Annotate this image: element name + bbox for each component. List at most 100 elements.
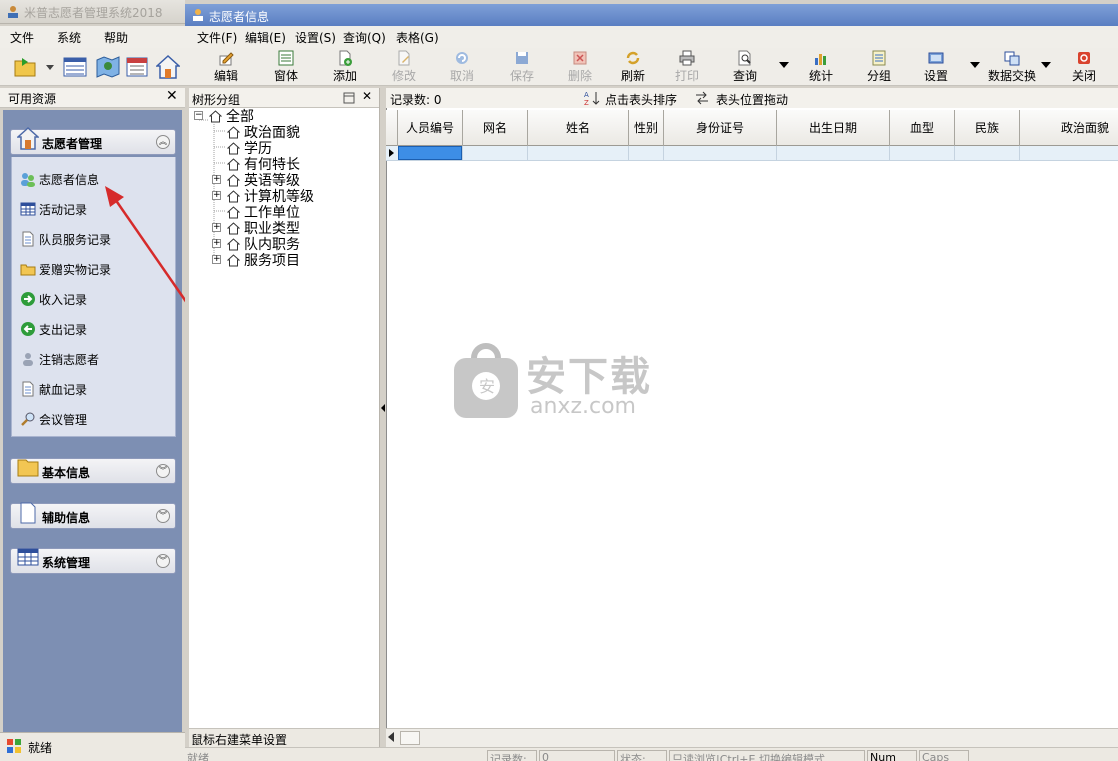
column-header[interactable]: 血型 (890, 110, 955, 146)
add-button[interactable]: 添加 (320, 50, 370, 84)
expand-toggle-icon[interactable]: + (212, 175, 221, 184)
refresh-button[interactable]: 刷新 (608, 50, 658, 84)
menu-file[interactable]: 文件(F) (197, 29, 237, 46)
record-count: 记录数: 0 (390, 93, 442, 107)
tree-node-label: 服务项目 (244, 253, 300, 269)
folder-icon (17, 459, 39, 477)
query-button[interactable]: 查询 (720, 50, 770, 84)
statistics-label: 统计 (808, 69, 833, 83)
column-header[interactable]: 网名 (463, 110, 528, 146)
statistics-button[interactable]: 统计 (796, 50, 846, 84)
menu-query[interactable]: 查询(Q) (343, 29, 386, 46)
nav-item-volunteer-info[interactable]: 志愿者信息 (20, 169, 99, 189)
expand-toggle-icon[interactable]: + (212, 239, 221, 248)
pin-icon[interactable] (342, 91, 356, 105)
modify-button[interactable]: 修改 (379, 50, 429, 84)
add-icon (339, 50, 352, 66)
delete-button[interactable]: 删除 (555, 50, 605, 84)
menu-system[interactable]: 系统 (57, 29, 81, 46)
expand-icon[interactable]: ︾ (156, 554, 170, 568)
collapse-left-icon[interactable] (381, 404, 385, 412)
edit-button[interactable]: 编辑 (201, 50, 251, 84)
nav-item-deregister-volunteer[interactable]: 注销志愿者 (20, 349, 99, 369)
resources-close-icon[interactable]: ✕ (166, 88, 178, 104)
column-header[interactable]: 民族 (955, 110, 1020, 146)
panel-volunteer-header[interactable]: 志愿者管理 ︽ (10, 126, 176, 155)
status-caps: Caps (919, 750, 969, 761)
expand-icon[interactable]: ︾ (156, 464, 170, 478)
inner-title: 志愿者信息 (209, 10, 270, 24)
column-header[interactable]: 人员编号 (398, 110, 463, 146)
settings-dropdown-icon[interactable] (970, 62, 980, 68)
expand-toggle-icon[interactable]: + (212, 223, 221, 232)
svg-text:A: A (584, 91, 589, 99)
close-button[interactable]: 关闭 (1059, 50, 1109, 84)
collapse-icon[interactable]: ︽ (156, 135, 170, 149)
calendar-icon[interactable] (125, 55, 149, 79)
status-record-count: 0 (539, 750, 615, 761)
drag-hint[interactable]: 表头位置拖动 (716, 91, 788, 108)
nav-item-meeting-management[interactable]: 会议管理 (20, 409, 87, 429)
horizontal-scrollbar[interactable] (386, 728, 1118, 747)
house-icon (227, 189, 240, 202)
column-header[interactable]: 政治面貌 (1020, 110, 1118, 146)
table-row[interactable] (386, 146, 1118, 161)
inner-menubar: 文件(F) 编辑(E) 设置(S) 查询(Q) 表格(G) (185, 26, 1118, 48)
menu-file[interactable]: 文件 (10, 29, 34, 46)
data-exchange-button[interactable]: 数据交换 (982, 50, 1042, 84)
house-icon (17, 126, 39, 150)
column-header[interactable]: 姓名 (528, 110, 629, 146)
group-label: 分组 (866, 69, 891, 83)
menu-edit[interactable]: 编辑(E) (245, 29, 286, 46)
expand-toggle-icon[interactable]: + (212, 255, 221, 264)
house-icon (227, 125, 240, 138)
status-state-label: 状态: (617, 750, 667, 761)
resources-header: 可用资源 ✕ (0, 88, 185, 108)
tree-node[interactable]: 服务项目 (227, 252, 300, 269)
menu-table[interactable]: 表格(G) (396, 29, 439, 46)
nav-item-blood-donation[interactable]: 献血记录 (20, 379, 87, 399)
data-exchange-dropdown-icon[interactable] (1041, 62, 1051, 68)
dropdown-arrow-icon[interactable] (46, 65, 54, 70)
expand-toggle-icon[interactable]: + (212, 191, 221, 200)
save-button[interactable]: 保存 (497, 50, 547, 84)
menu-help[interactable]: 帮助 (104, 29, 128, 46)
print-label: 打印 (674, 69, 699, 83)
modify-label: 修改 (391, 69, 416, 83)
map-icon[interactable] (95, 55, 121, 79)
open-folder-icon[interactable] (14, 56, 38, 78)
tree-close-icon[interactable]: ✕ (362, 89, 372, 103)
panel-aux-header[interactable]: 辅助信息 ︾ (10, 502, 176, 529)
nav-item-expense-records[interactable]: 支出记录 (20, 319, 87, 339)
collapse-toggle-icon[interactable]: − (194, 111, 203, 120)
nav-item-activity-records[interactable]: 活动记录 (20, 199, 87, 219)
swap-icon (696, 91, 708, 105)
selected-cell[interactable] (398, 146, 462, 160)
query-label: 查询 (732, 69, 757, 83)
group-button[interactable]: 分组 (854, 50, 904, 84)
menu-settings[interactable]: 设置(S) (295, 29, 336, 46)
list-view-icon[interactable] (63, 56, 87, 78)
statusbar: 就绪 记录数: 0 状态: 只读浏览|Ctrl+E 切换编辑模式 Num Cap… (185, 747, 1118, 761)
column-header[interactable]: 出生日期 (777, 110, 890, 146)
column-header[interactable]: 身份证号 (664, 110, 777, 146)
main-toolbar: 编辑 窗体 添加 修改 取消 保存 删除 刷新 打印 查询 统计 分组 设置 数… (185, 48, 1118, 86)
query-dropdown-icon[interactable] (779, 62, 789, 68)
cancel-button[interactable]: 取消 (437, 50, 487, 84)
panel-splitter[interactable] (379, 88, 386, 747)
expand-icon[interactable]: ︾ (156, 509, 170, 523)
document-icon (20, 502, 36, 524)
panel-sys-header[interactable]: 系统管理 ︾ (10, 548, 176, 574)
home-icon[interactable] (156, 54, 180, 80)
column-header[interactable]: 性别 (629, 110, 664, 146)
print-button[interactable]: 打印 (662, 50, 712, 84)
settings-button[interactable]: 设置 (911, 50, 961, 84)
form-button[interactable]: 窗体 (261, 50, 311, 84)
scroll-left-icon[interactable] (388, 732, 394, 742)
panel-basic-header[interactable]: 基本信息 ︾ (10, 458, 176, 484)
close-icon (1078, 52, 1090, 64)
form-icon (278, 50, 294, 66)
sort-hint[interactable]: 点击表头排序 (605, 91, 677, 108)
scroll-thumb[interactable] (400, 731, 420, 745)
nav-item-income-records[interactable]: 收入记录 (20, 289, 87, 309)
